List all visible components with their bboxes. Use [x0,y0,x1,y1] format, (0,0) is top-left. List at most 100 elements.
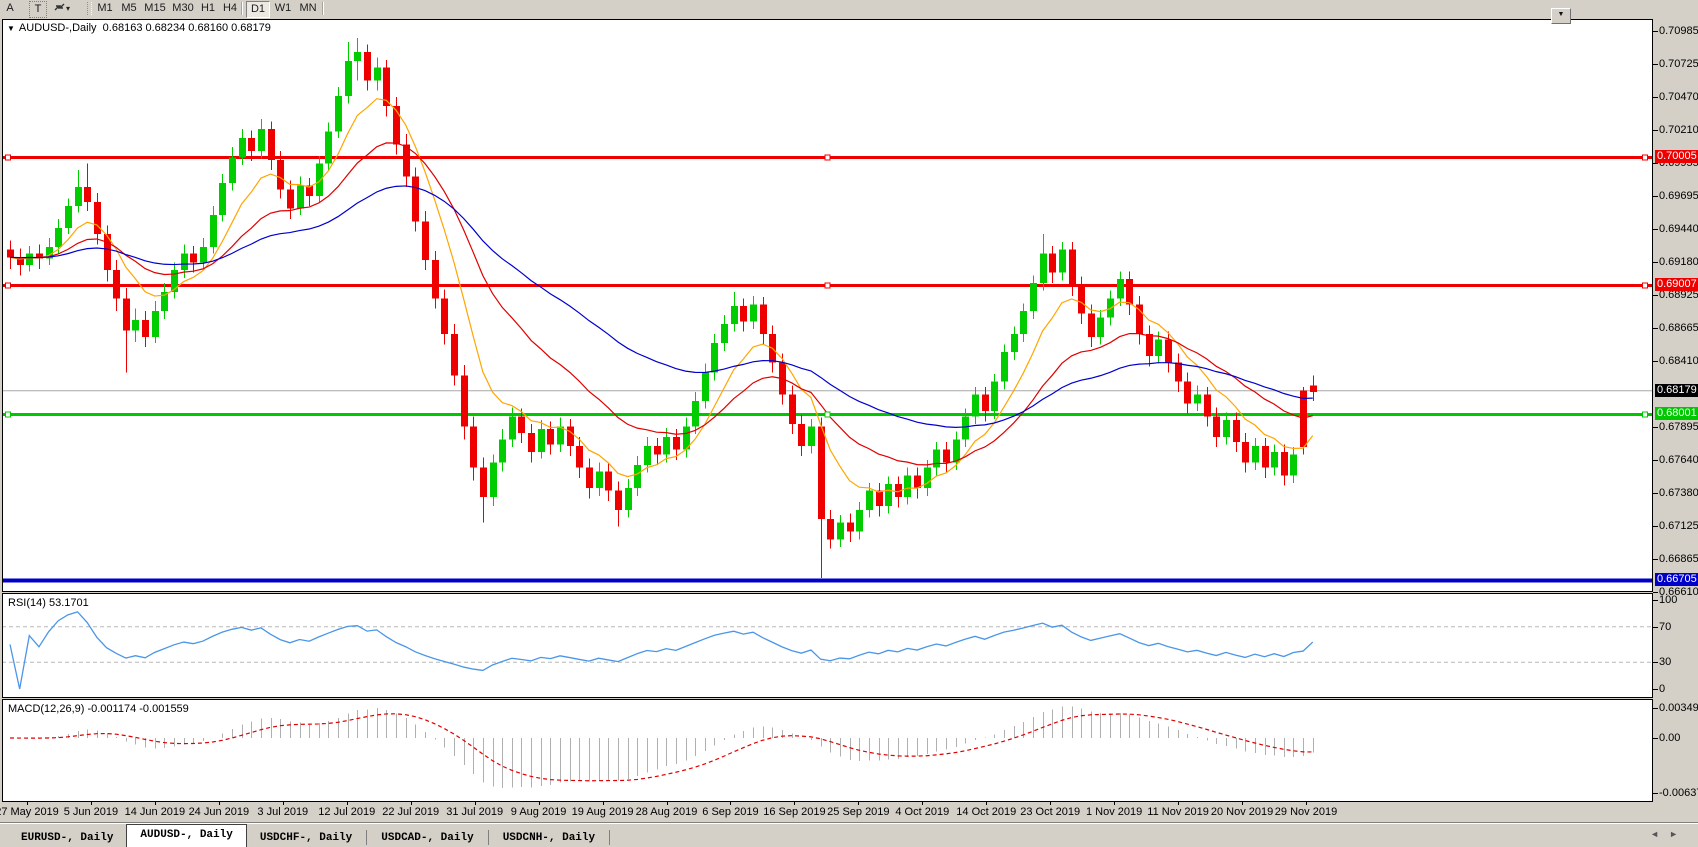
chart-symbol-period: AUDUSD-,Daily [19,22,97,34]
candle-body [962,416,969,439]
candle-body [847,523,854,532]
price-badge-0.70005: 0.70005 [1655,150,1698,163]
candle-body [586,468,593,489]
candle-body [75,187,82,206]
candle-body [1233,420,1240,442]
price-tick-label: 0.68410 [1659,355,1698,367]
candle-body [113,270,120,298]
date-label: 5 Jun 2019 [64,806,118,818]
tabs-scroll-left-icon[interactable]: ◄ [1650,829,1669,839]
hline-handle[interactable] [1643,412,1648,417]
candle-body [547,429,554,444]
candle-body [1242,442,1249,463]
candle-body [557,427,564,445]
candle-body [480,468,487,497]
date-label: 19 Aug 2019 [572,806,634,818]
date-label: 6 Sep 2019 [702,806,758,818]
date-label: 20 Nov 2019 [1211,806,1273,818]
hline-handle[interactable] [1643,155,1648,160]
candle-body [1281,452,1288,475]
candle-body [982,394,989,411]
price-tick-label: 0.67380 [1659,487,1698,499]
rsi-indicator-label: RSI(14) 53.1701 [8,597,89,609]
chart-tabs-bar: EURUSD-, DailyAUDUSD-, DailyUSDCHF-, Dai… [0,822,1698,847]
price-tick-label: 0.68665 [1659,322,1698,334]
candle-body [528,433,535,452]
candle-body [1011,334,1018,352]
candle-body [1117,279,1124,298]
candle-body [1252,446,1259,463]
price-tick-label: 0.67640 [1659,454,1698,466]
candle-body [1069,250,1076,286]
candle-body [1175,362,1182,381]
candle-body [239,138,246,157]
chart-ohlc-values: 0.68163 0.68234 0.68160 0.68179 [103,22,271,34]
date-label: 4 Oct 2019 [895,806,949,818]
price-tick-label: 0.70725 [1659,58,1698,70]
candle-body [1300,391,1307,447]
candle-body [7,250,14,258]
candle-body [885,484,892,506]
hline-handle[interactable] [6,155,11,160]
candle-body [972,394,979,416]
candle-body [789,394,796,423]
candle-body [605,471,612,490]
candle-body [316,164,323,196]
candle-body [1262,446,1269,468]
tab-separator [366,830,367,845]
window-caret-icon: ▼ [1558,11,1565,18]
candle-body [1078,286,1085,314]
candle-body [345,61,352,96]
candle-body [509,416,516,439]
hline-handle[interactable] [1643,283,1648,288]
candle-body [84,187,91,202]
candle-body [26,253,33,265]
collapse-triangle-icon[interactable]: ▼ [7,24,15,33]
hline-handle[interactable] [825,412,830,417]
chart-tab-eurusd[interactable]: EURUSD-, Daily [8,829,126,847]
hline-handle[interactable] [825,283,830,288]
candle-body [702,373,709,401]
price-tick-label: 0.69695 [1659,190,1698,202]
chart-tab-usdchf[interactable]: USDCHF-, Daily [247,829,365,847]
candle-body [335,96,342,132]
candle-body [490,462,497,497]
price-badge-0.66705: 0.66705 [1655,573,1698,586]
rsi-scale-label: 0 [1659,683,1665,695]
candle-body [808,427,815,446]
candle-body [615,491,622,510]
chart-window-button[interactable]: ▼ [1551,8,1571,24]
date-label: 14 Jun 2019 [125,806,186,818]
chart-tab-audusd[interactable]: AUDUSD-, Daily [126,824,246,847]
candle-body [1049,253,1056,272]
candle-body [866,491,873,510]
candle-body [422,221,429,259]
chart-tab-usdcad[interactable]: USDCAD-, Daily [368,829,486,847]
price-tick-label: 0.70470 [1659,91,1698,103]
rsi-panel [3,594,1653,698]
hline-handle[interactable] [6,412,11,417]
candle-body [740,306,747,321]
chart-tab-usdcnh[interactable]: USDCNH-, Daily [490,829,608,847]
main-chart-panel [3,20,1653,592]
date-label: 11 Nov 2019 [1147,806,1209,818]
date-label: 25 Sep 2019 [827,806,889,818]
candle-body [325,132,332,164]
date-label: 29 Nov 2019 [1275,806,1337,818]
candle-body [904,475,911,497]
candle-body [943,450,950,463]
candle-body [625,488,632,510]
hline-handle[interactable] [6,283,11,288]
date-label: 16 Sep 2019 [763,806,825,818]
candle-body [933,450,940,468]
price-tick-label: 0.69440 [1659,223,1698,235]
hline-handle[interactable] [825,155,830,160]
macd-scale-label: 0.00349 [1659,702,1698,714]
macd-scale-label: 0.00 [1659,732,1680,744]
candle-body [644,446,651,465]
tabs-scroll-right-icon[interactable]: ► [1669,829,1688,839]
candle-body [364,52,371,80]
chart-canvas [0,0,1698,847]
candle-body [219,183,226,215]
candle-body [538,429,545,452]
